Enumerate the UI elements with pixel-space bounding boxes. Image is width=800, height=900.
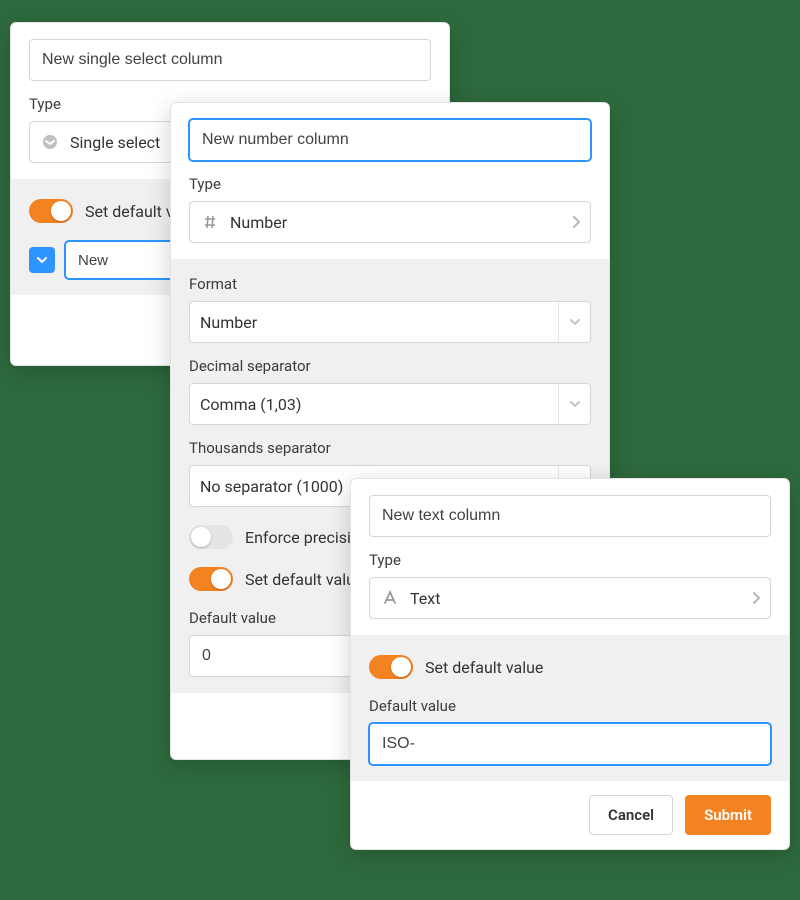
column-name-input[interactable] — [29, 39, 431, 81]
column-name-input[interactable] — [369, 495, 771, 537]
type-select[interactable]: Text — [369, 577, 771, 619]
enforce-precision-toggle[interactable] — [189, 525, 233, 549]
type-select[interactable]: Number — [189, 201, 591, 243]
format-label: Format — [189, 275, 591, 293]
panel-text: Type Text Set default value Default valu… — [350, 478, 790, 850]
type-label: Type — [189, 175, 591, 193]
type-label: Type — [369, 551, 771, 569]
set-default-toggle[interactable] — [189, 567, 233, 591]
type-value: Text — [410, 589, 752, 608]
decimal-label: Decimal separator — [189, 357, 591, 375]
number-icon — [200, 214, 220, 230]
default-label: Default value — [369, 697, 771, 715]
set-default-toggle[interactable] — [29, 199, 73, 223]
column-name-input[interactable] — [189, 119, 591, 161]
type-value: Number — [230, 213, 572, 232]
text-icon — [380, 590, 400, 606]
set-default-toggle[interactable] — [369, 655, 413, 679]
decimal-value: Comma (1,03) — [200, 395, 558, 414]
decimal-select[interactable]: Comma (1,03) — [189, 383, 591, 425]
caret-down-icon — [558, 302, 590, 342]
submit-button[interactable]: Submit — [685, 795, 771, 835]
thousands-label: Thousands separator — [189, 439, 591, 457]
cancel-button[interactable]: Cancel — [589, 795, 673, 835]
format-select[interactable]: Number — [189, 301, 591, 343]
caret-down-icon — [558, 384, 590, 424]
chevron-right-icon — [752, 592, 760, 604]
format-value: Number — [200, 313, 558, 332]
tag-dropdown-icon[interactable] — [29, 247, 55, 273]
default-value-input[interactable] — [369, 723, 771, 765]
set-default-label: Set default value — [425, 658, 543, 677]
set-default-label: Set default value — [245, 570, 363, 589]
single-select-icon — [40, 134, 60, 150]
chevron-right-icon — [572, 216, 580, 228]
